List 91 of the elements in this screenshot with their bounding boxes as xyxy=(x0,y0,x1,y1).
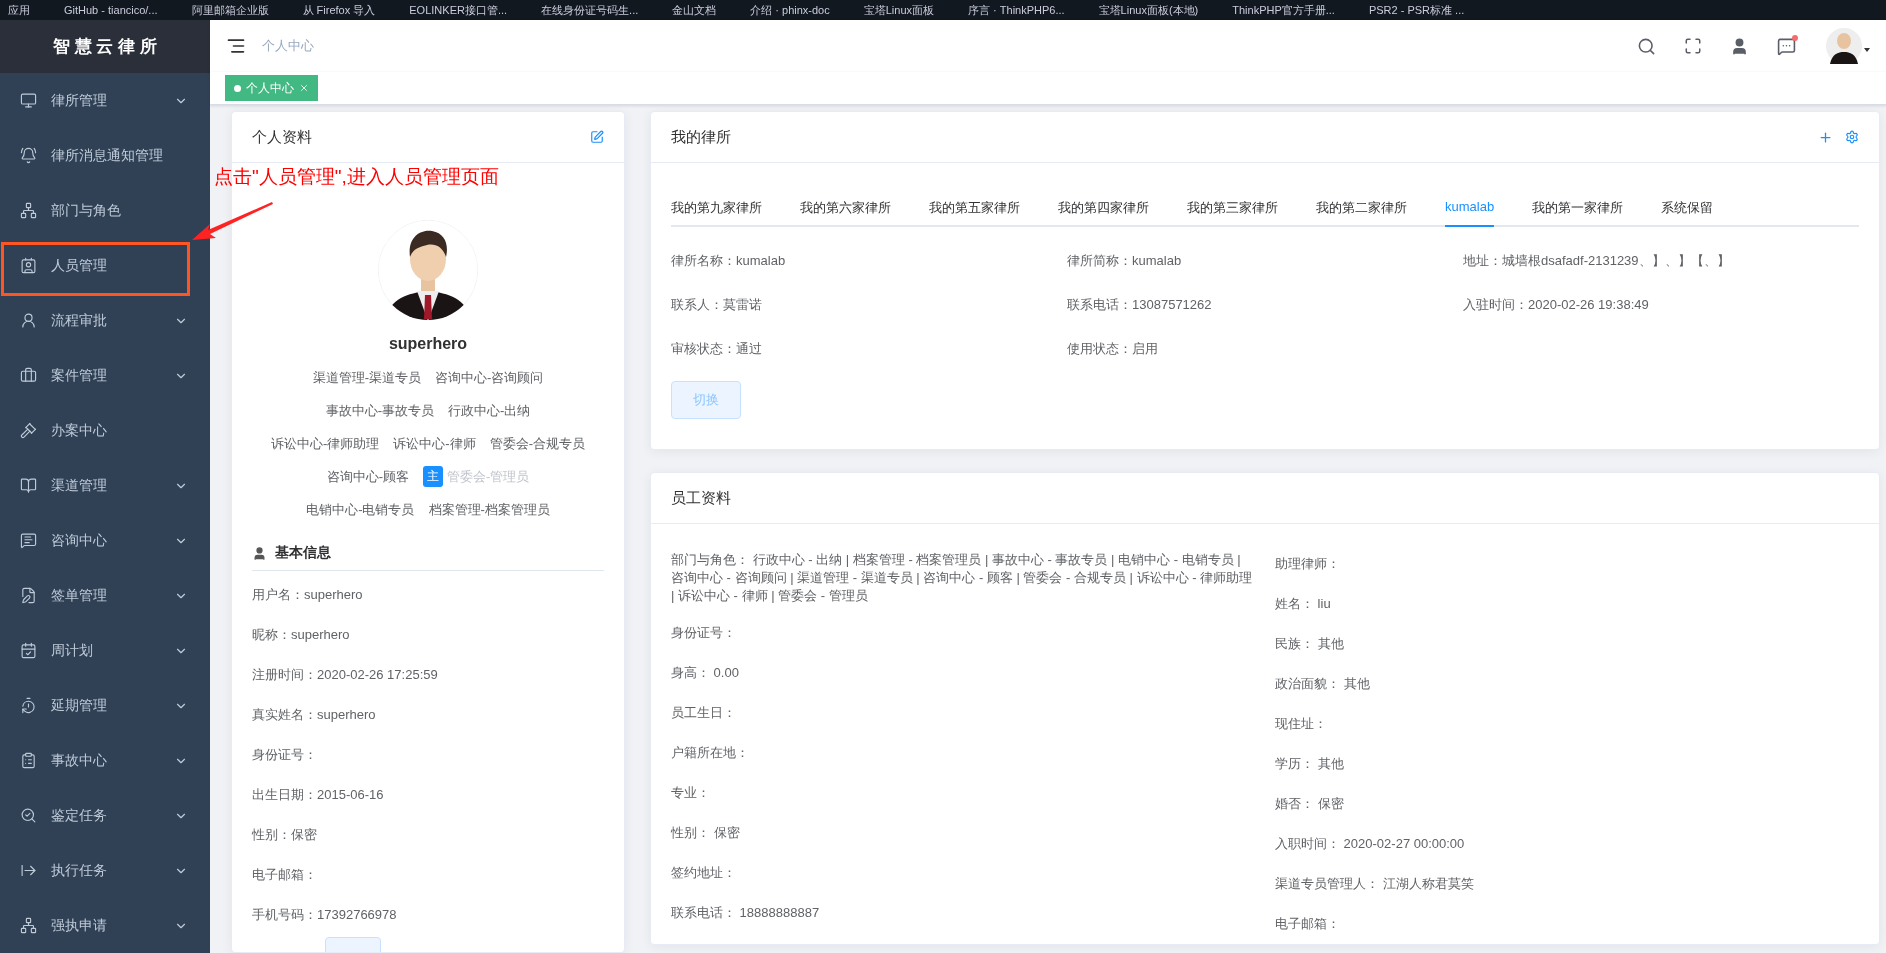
firm-tab[interactable]: 我的第九家律所 xyxy=(671,189,762,227)
role-label: 咨询中心-咨询顾问 xyxy=(435,368,544,387)
info-field: 学历： 其他 xyxy=(1275,744,1859,784)
info-field: 助理律师： xyxy=(1275,544,1859,584)
role-label: 行政中心-出纳 xyxy=(448,401,531,420)
info-field: 性别：保密 xyxy=(252,815,604,855)
firm-tab[interactable]: 我的第二家律所 xyxy=(1316,189,1407,227)
info-field: 身高： 0.00 xyxy=(671,653,1255,693)
info-field: 律所简称：kumalab xyxy=(1067,241,1463,281)
info-field: 联系人：莫雷诺 xyxy=(671,285,1067,325)
info-field: 专业： xyxy=(671,773,1255,813)
info-field: 入驻时间：2020-02-26 19:38:49 xyxy=(1463,285,1859,325)
sidebar-item[interactable]: 部门与角色 xyxy=(0,183,210,239)
firm-tab[interactable]: 我的第一家律所 xyxy=(1532,189,1624,227)
info-field: 身份证号： xyxy=(252,735,604,775)
sidebar-item[interactable]: 咨询中心 xyxy=(0,513,210,569)
info-field: 联系电话： 18888888887 xyxy=(671,893,1255,933)
bookmark-link[interactable]: 金山文档 xyxy=(672,4,717,16)
sidebar-item[interactable]: 案件管理 xyxy=(0,348,210,404)
sidebar-item[interactable]: 流程审批 xyxy=(0,293,210,349)
role-label: 电销中心-电销专员 xyxy=(306,500,415,519)
info-field: 部门与角色： 行政中心 - 出纳 | 档案管理 - 档案管理员 | 事故中心 - 事故专员 | 电销中心 - 电销专员 | 咨询中心 - 咨询顾问 | 渠道管理 - 渠道专员 | 咨询中心 - 顾客 | 管委会 - 合规专员 | 诉讼中心 - 律师助理 | 诉讼中心 - 律师 | 管委会 - 管理员 xyxy=(671,544,1255,613)
role-label: 管委会-合规专员 xyxy=(489,434,585,453)
info-field: 签约地址： xyxy=(671,853,1255,893)
bookmark-link[interactable]: PSR2 - PSR标准 ... xyxy=(1368,4,1465,16)
sidebar-item[interactable]: 渠道管理 xyxy=(0,458,210,514)
info-field: 使用状态：启用 xyxy=(1067,329,1463,369)
info-field: 户籍所在地： xyxy=(671,733,1255,773)
card-title: 我的律所 xyxy=(671,127,732,147)
info-field: 身份证号： xyxy=(671,613,1255,653)
bookmark-link[interactable]: 应用 xyxy=(8,4,30,16)
sidebar-item[interactable]: 事故中心 xyxy=(0,733,210,789)
card-title: 员工资料 xyxy=(671,488,732,508)
username: superhero xyxy=(388,335,468,353)
info-field: 入职时间： 2020-02-27 00:00:00 xyxy=(1275,824,1859,864)
info-field: 现住址： xyxy=(1275,704,1859,744)
annotation-text: 点击"人员管理",进入人员管理页面 xyxy=(214,165,499,189)
sidebar-item[interactable]: 强执申请 xyxy=(0,898,210,953)
bookmark-link[interactable]: 介绍 · phinx-doc xyxy=(750,4,830,16)
bookmark-link[interactable]: 序言 · ThinkPHP6... xyxy=(968,4,1065,16)
info-field: 渠道专员管理人： 江湖人称君莫笑 xyxy=(1275,864,1859,904)
sidebar-item[interactable]: 律所消息通知管理 xyxy=(0,128,210,184)
sidebar-item[interactable]: 鉴定任务 xyxy=(0,788,210,844)
role-label: 档案管理-档案管理员 xyxy=(428,500,550,519)
bookmark-link[interactable]: 在线身份证号码生... xyxy=(541,4,639,16)
role-label: 事故中心-事故专员 xyxy=(325,401,434,420)
role-label: 诉讼中心-律师 xyxy=(393,434,476,453)
app-title: 智 慧 云 律 所 xyxy=(0,20,210,74)
firm-tab[interactable]: 我的第五家律所 xyxy=(929,189,1020,227)
info-field: 手机号码：17392766978 xyxy=(252,895,604,935)
info-field: 地址：城墙根dsafadf-2131239、】、】【、】 xyxy=(1463,241,1859,281)
bookmark-link[interactable]: EOLINKER接口管... xyxy=(409,4,508,16)
bookmark-link[interactable]: 阿里邮箱企业版 xyxy=(191,4,269,16)
primary-badge: 主 xyxy=(423,466,443,487)
sidebar-item[interactable]: 签单管理 xyxy=(0,568,210,624)
info-field: 律所名称：kumalab xyxy=(671,241,1067,281)
bookmark-link[interactable]: GitHub - tiancico/... xyxy=(64,4,158,16)
sidebar-item[interactable]: 办案中心 xyxy=(0,403,210,459)
firm-tab[interactable]: 我的第四家律所 xyxy=(1058,189,1149,227)
bookmark-link[interactable]: 从 Firefox 导入 xyxy=(302,4,376,16)
firm-tab[interactable]: 我的第三家律所 xyxy=(1187,189,1278,227)
info-field: 电子邮箱： xyxy=(1275,904,1859,944)
firm-tab[interactable]: 系统保留 xyxy=(1661,189,1714,227)
role-name: 管委会-管理员 xyxy=(447,467,530,486)
info-field: 联系电话：13087571262 xyxy=(1067,285,1463,325)
bookmark-link[interactable]: 宝塔Linux面板 xyxy=(863,4,935,16)
info-field: 真实姓名：superhero xyxy=(252,695,604,735)
info-field: 昵称：superhero xyxy=(252,615,604,655)
bookmark-link[interactable]: 宝塔Linux面板(本地) xyxy=(1098,4,1199,16)
info-field: 政治面貌： 其他 xyxy=(1275,664,1859,704)
info-field: 审核状态：通过 xyxy=(671,329,1067,369)
info-field: 婚否： 保密 xyxy=(1275,784,1859,824)
firm-tab[interactable]: 我的第六家律所 xyxy=(800,189,891,227)
bookmark-link[interactable]: ThinkPHP官方手册... xyxy=(1232,4,1335,16)
info-field: 出生日期：2015-06-16 xyxy=(252,775,604,815)
sidebar-item[interactable]: 律所管理 xyxy=(0,73,210,129)
info-field: 姓名： liu xyxy=(1275,584,1859,624)
sidebar-item[interactable]: 延期管理 xyxy=(0,678,210,734)
info-field: 员工生日： xyxy=(671,693,1255,733)
role-label: 渠道管理-渠道专员 xyxy=(312,368,421,387)
info-field: 注册时间：2020-02-26 17:25:59 xyxy=(252,655,604,695)
info-field: 用户名：superhero xyxy=(252,575,604,615)
role-label: 诉讼中心-律师助理 xyxy=(271,434,380,453)
sidebar-item[interactable]: 执行任务 xyxy=(0,843,210,899)
sidebar-item[interactable]: 周计划 xyxy=(0,623,210,679)
section-title: 基本信息 xyxy=(275,544,331,562)
card-title: 个人资料 xyxy=(252,127,313,147)
role-label: 咨询中心-顾客 xyxy=(326,467,409,486)
info-field: 民族： 其他 xyxy=(1275,624,1859,664)
info-field: 性别： 保密 xyxy=(671,813,1255,853)
info-field: 电子邮箱： xyxy=(252,855,604,895)
